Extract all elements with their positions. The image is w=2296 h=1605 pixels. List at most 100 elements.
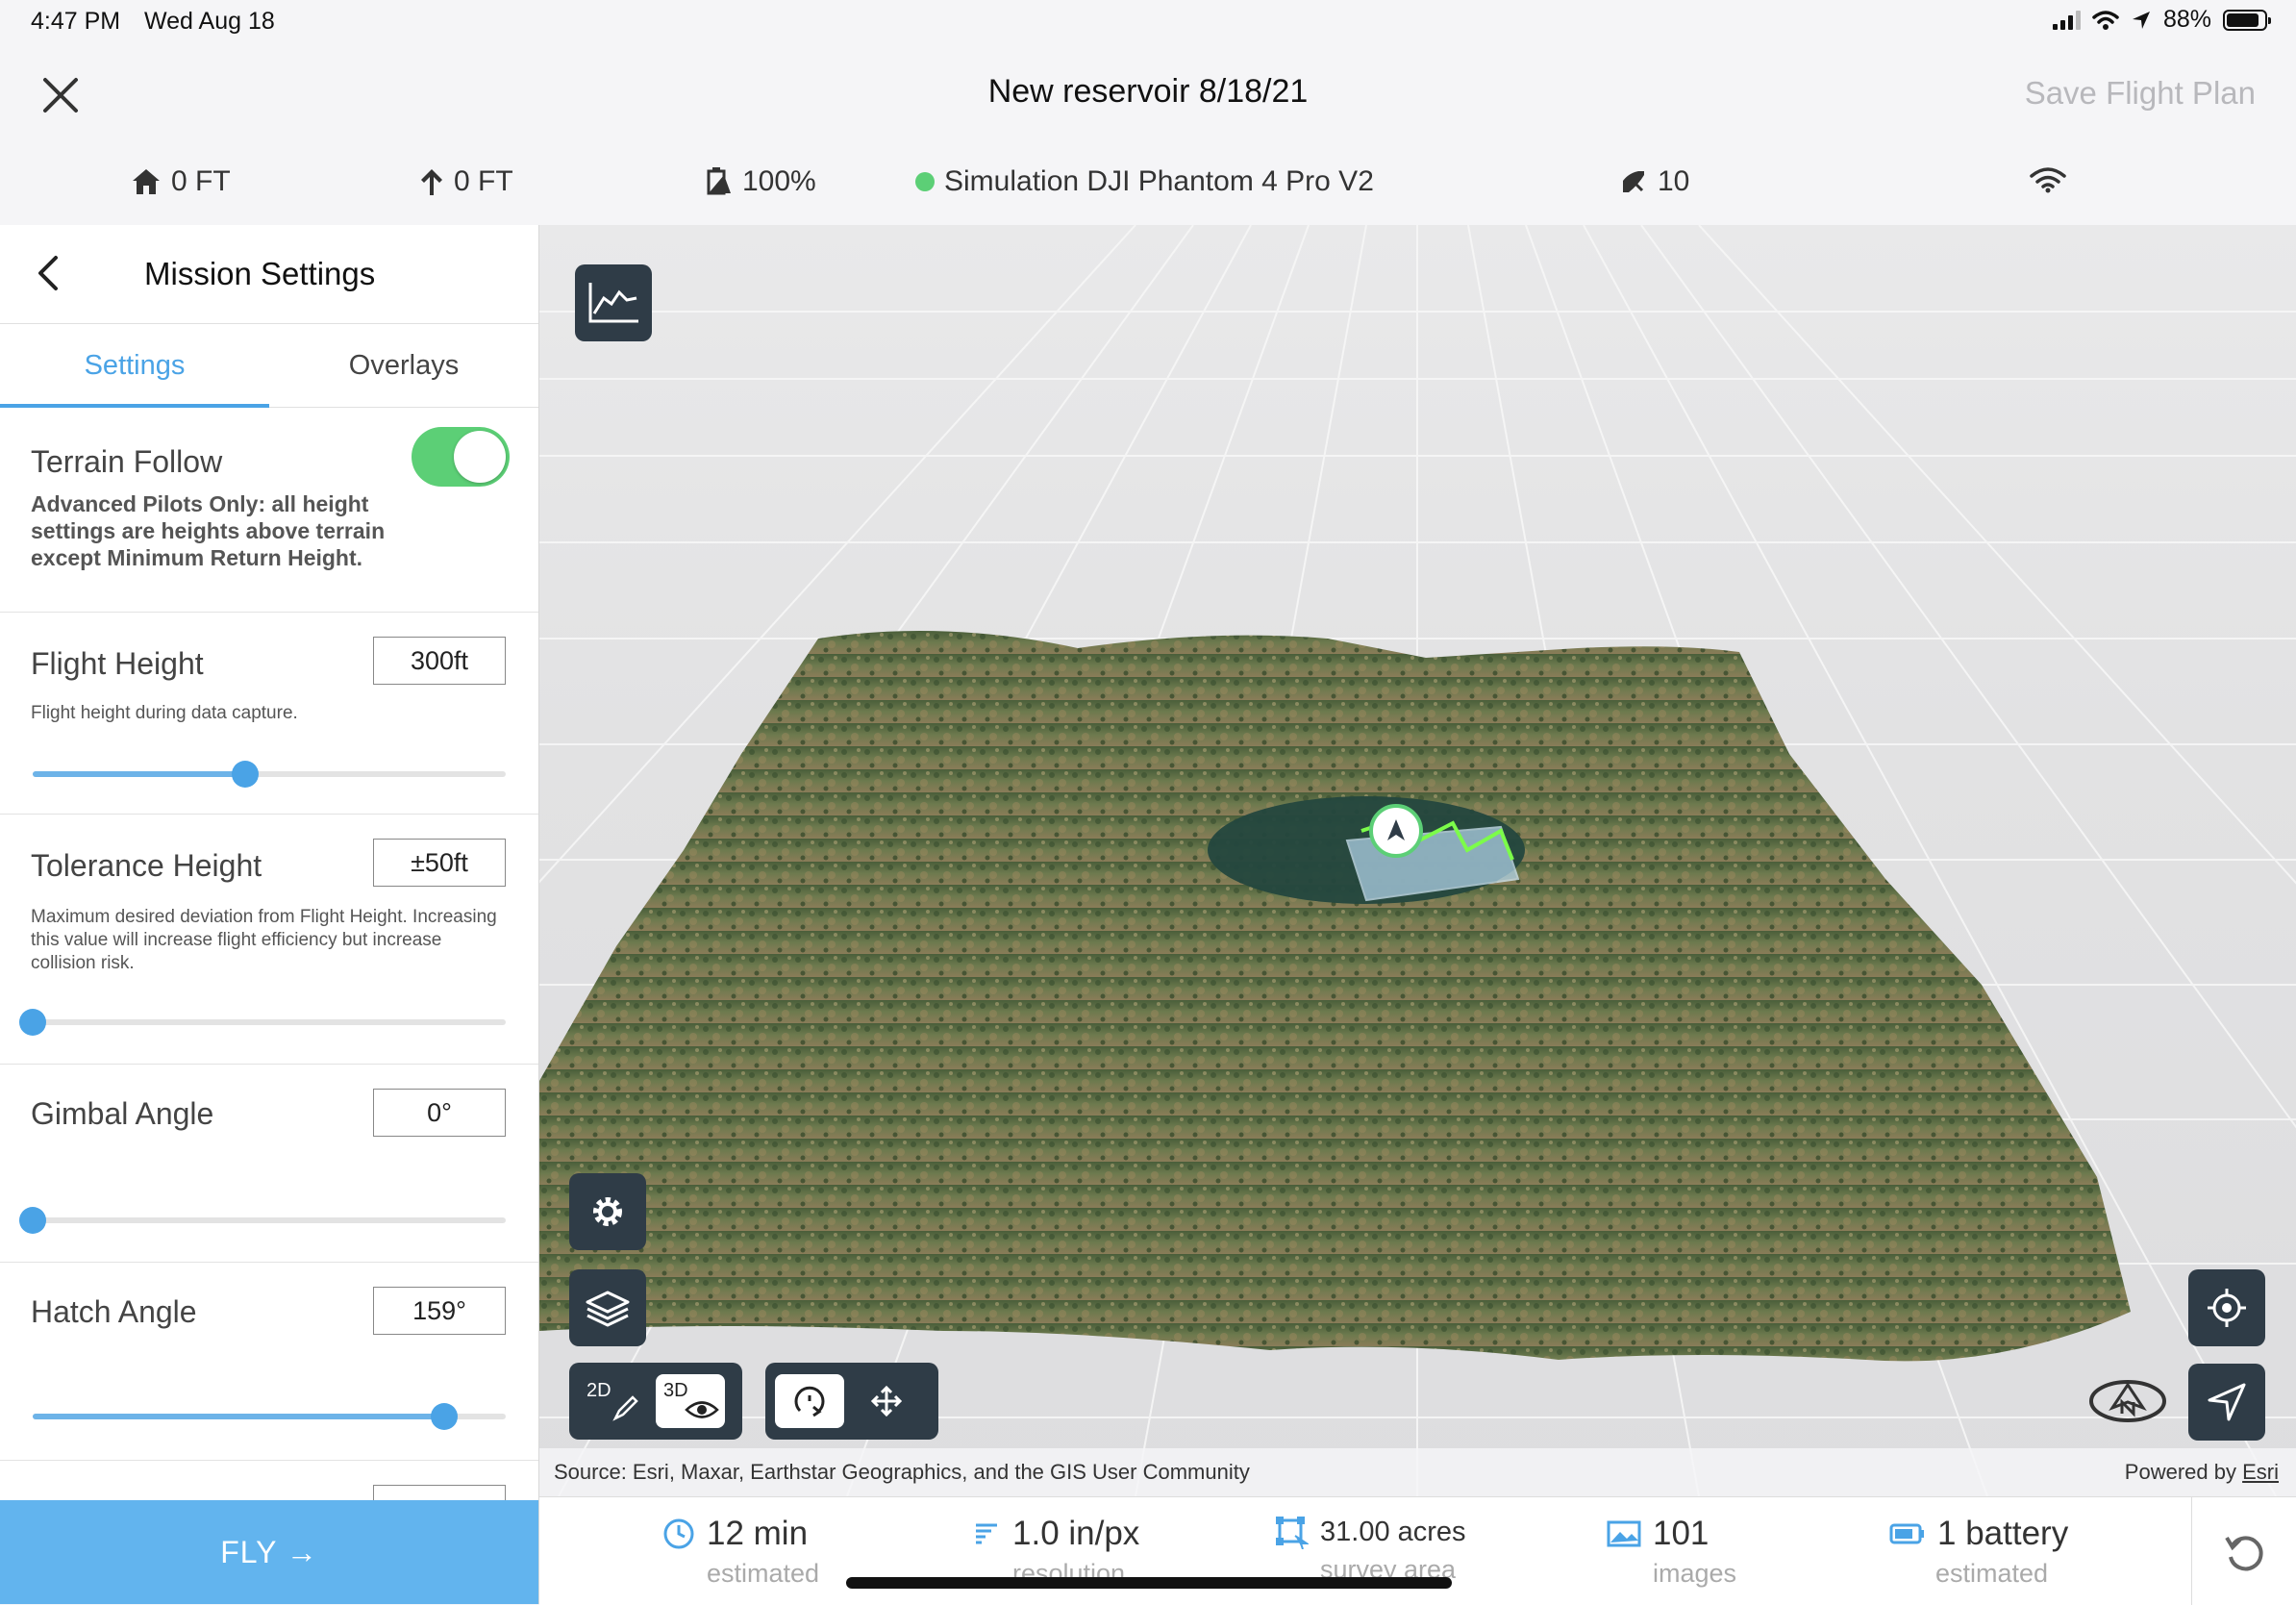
- rotate-mode-button[interactable]: [775, 1374, 844, 1428]
- arrow-up-icon: [421, 169, 442, 195]
- slider-thumb[interactable]: [431, 1403, 459, 1430]
- powered-by: Powered by Esri: [2125, 1460, 2279, 1485]
- home-altitude-value: 0 FT: [171, 165, 231, 197]
- flight-height-slider[interactable]: [33, 761, 506, 788]
- tolerance-height-input[interactable]: ±50ft: [373, 839, 506, 887]
- chart-icon: [588, 283, 638, 323]
- flight-height-input[interactable]: 300ft: [373, 637, 506, 685]
- mission-settings-panel: Mission Settings Settings Overlays Terra…: [0, 225, 539, 1604]
- rotate-icon: [794, 1386, 825, 1417]
- slider-thumb[interactable]: [232, 761, 260, 788]
- flight-stats-bar: 12 min estimated 1.0 in/px resolution 31…: [539, 1496, 2296, 1605]
- wifi-icon: [2030, 167, 2066, 193]
- area-icon: [1276, 1517, 1309, 1549]
- clock-icon: [663, 1518, 694, 1549]
- terrain-follow-description: Advanced Pilots Only: all height setting…: [31, 491, 386, 570]
- terrain-follow-toggle[interactable]: [412, 427, 510, 487]
- flight-height-section: Flight Height 300ft Flight height during…: [0, 612, 538, 815]
- stat-battery-value: 1 battery: [1937, 1515, 2069, 1552]
- map-view[interactable]: 2D 3D Source: Esri, Maxar, Earthstar Geo…: [539, 225, 2296, 1496]
- battery-icon: [2223, 9, 2271, 31]
- gear-icon: [593, 1197, 622, 1226]
- resolution-icon: [976, 1523, 997, 1544]
- stat-images-sub: images: [1653, 1559, 1737, 1588]
- map-source-text: Source: Esri, Maxar, Earthstar Geographi…: [554, 1460, 1250, 1484]
- wifi-status-icon: [2092, 10, 2119, 30]
- tolerance-height-description: Maximum desired deviation from Flight He…: [31, 907, 497, 973]
- page-title: New reservoir 8/18/21: [987, 73, 1309, 110]
- view-3d-button[interactable]: 3D: [656, 1374, 725, 1428]
- location-arrow-icon: [2132, 11, 2150, 29]
- terrain-map: [539, 225, 2296, 1496]
- hatch-angle-label: Hatch Angle: [31, 1294, 197, 1329]
- status-date: Wed Aug 18: [144, 8, 275, 35]
- next-setting-input-partial: [373, 1485, 506, 1500]
- slider-thumb[interactable]: [19, 1009, 46, 1036]
- wifi-readout: [2029, 165, 2067, 194]
- navigation-arrow-icon: [2208, 1383, 2246, 1421]
- back-icon[interactable]: [31, 254, 69, 292]
- status-right: 88%: [2052, 6, 2271, 34]
- compass-icon[interactable]: [2087, 1377, 2168, 1425]
- aircraft-battery-readout: 100%: [704, 165, 816, 198]
- layers-icon: [586, 1291, 630, 1327]
- satellite-icon: [1623, 171, 1644, 192]
- view-mode-toggle: 2D 3D: [569, 1363, 742, 1440]
- hatch-angle-input[interactable]: 159°: [373, 1287, 506, 1335]
- locate-button[interactable]: [2188, 1269, 2265, 1346]
- gimbal-angle-slider[interactable]: [19, 1207, 506, 1234]
- map-settings-button[interactable]: [569, 1173, 646, 1250]
- save-flight-plan-button[interactable]: Save Flight Plan: [2025, 75, 2256, 112]
- stat-time: 12 min estimated: [662, 1515, 819, 1589]
- stat-resolution-value: 1.0 in/px: [1012, 1515, 1140, 1552]
- aircraft-name: Simulation DJI Phantom 4 Pro V2: [944, 165, 1374, 197]
- panel-title: Mission Settings: [144, 256, 376, 291]
- aircraft-battery-value: 100%: [742, 165, 816, 197]
- gimbal-angle-label: Gimbal Angle: [31, 1096, 214, 1131]
- home-icon: [133, 169, 160, 194]
- hatch-angle-section: Hatch Angle 159°: [0, 1262, 538, 1461]
- view-2d-label: 2D: [586, 1380, 611, 1401]
- view-2d-button[interactable]: 2D: [579, 1374, 648, 1428]
- battery-estimate-icon: [1889, 1523, 1924, 1544]
- stat-images: 101 images: [1607, 1515, 1736, 1589]
- home-altitude-readout: 0 FT: [131, 165, 231, 198]
- flight-height-label: Flight Height: [31, 646, 204, 681]
- tab-overlays[interactable]: Overlays: [269, 324, 538, 407]
- reset-view-button[interactable]: [2191, 1497, 2296, 1605]
- altitude-readout: 0 FT: [419, 165, 513, 198]
- home-indicator: [846, 1577, 1452, 1589]
- battery-percent: 88%: [2162, 6, 2211, 33]
- powered-by-text: Powered by: [2124, 1460, 2236, 1484]
- gimbal-angle-input[interactable]: 0°: [373, 1089, 506, 1137]
- esri-link[interactable]: Esri: [2242, 1460, 2279, 1484]
- navigate-button[interactable]: [2188, 1364, 2265, 1441]
- stat-images-value: 101: [1653, 1515, 1710, 1552]
- tolerance-height-section: Tolerance Height ±50ft Maximum desired d…: [0, 814, 538, 1065]
- aircraft-status: Simulation DJI Phantom 4 Pro V2: [915, 165, 1374, 198]
- fly-button[interactable]: FLY →: [0, 1500, 538, 1604]
- cellular-signal-icon: [2052, 10, 2081, 30]
- image-icon: [1607, 1520, 1641, 1547]
- satellite-count: 10: [1658, 165, 1690, 197]
- tolerance-height-slider[interactable]: [19, 1009, 506, 1036]
- pencil-icon: [612, 1395, 638, 1421]
- status-time: 4:47 PM: [31, 8, 121, 35]
- status-bar: 4:47 PM Wed Aug 18 88%: [0, 0, 2296, 44]
- elevation-profile-button[interactable]: [575, 264, 652, 341]
- hatch-angle-slider[interactable]: [33, 1403, 506, 1430]
- terrain-follow-section: Terrain Follow Advanced Pilots Only: all…: [0, 408, 538, 613]
- move-icon: [870, 1385, 903, 1417]
- eye-icon: [685, 1401, 719, 1418]
- altitude-value: 0 FT: [454, 165, 513, 197]
- tab-settings[interactable]: Settings: [0, 324, 269, 408]
- refresh-icon: [2225, 1536, 2263, 1571]
- slider-thumb[interactable]: [19, 1207, 46, 1234]
- gimbal-angle-section: Gimbal Angle 0°: [0, 1064, 538, 1263]
- aircraft-battery-icon: [707, 167, 731, 195]
- flight-height-description: Flight height during data capture.: [31, 703, 298, 723]
- edit-mode-toggle: [765, 1363, 938, 1440]
- map-layers-button[interactable]: [569, 1269, 646, 1346]
- move-mode-button[interactable]: [852, 1374, 921, 1428]
- stat-battery: 1 battery estimated: [1889, 1515, 2068, 1589]
